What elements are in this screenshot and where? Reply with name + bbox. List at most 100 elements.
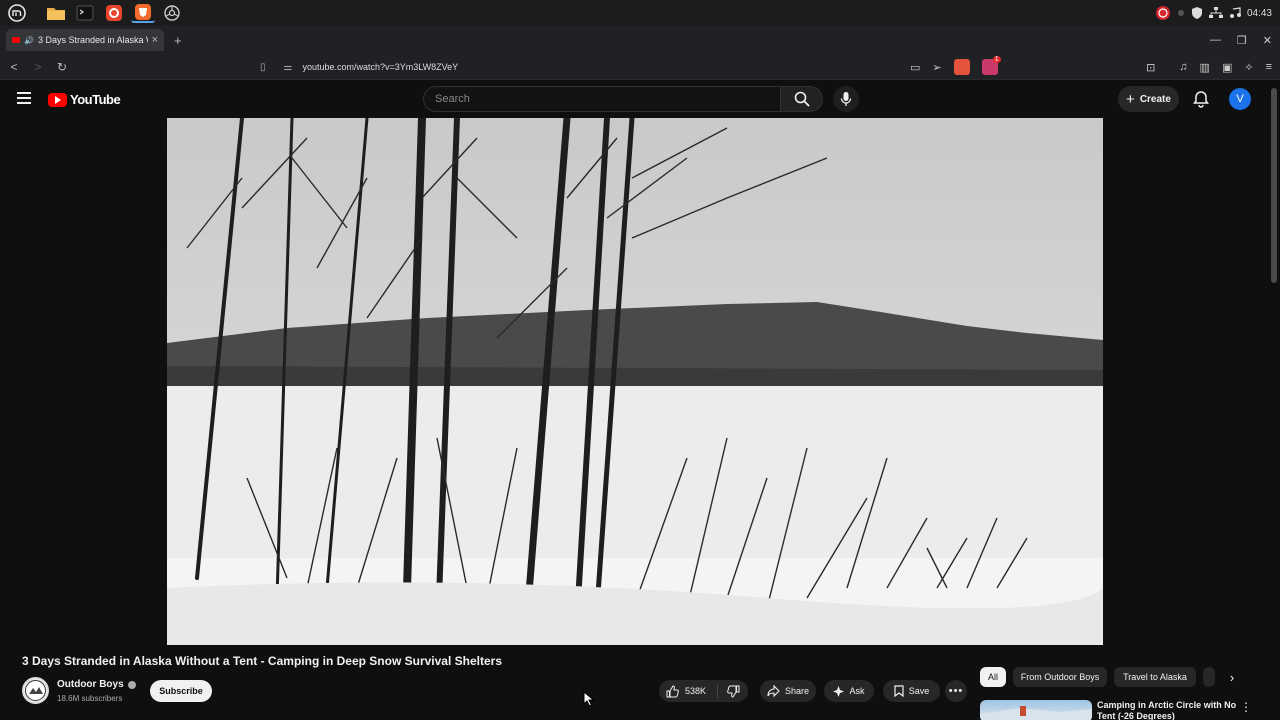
bookmark-icon [894,685,904,697]
verified-icon [127,680,136,689]
media-icon[interactable]: ♫ [1179,61,1187,73]
new-tab-icon[interactable]: + [174,33,182,48]
files-icon[interactable] [44,3,68,23]
browser-tab-strip: 🔊 3 Days Stranded in Alaska W × + — ❐ ✕ [0,26,1280,54]
search-icon [794,91,810,107]
more-vertical-icon[interactable]: ⋮ [1240,700,1252,714]
channel-avatar[interactable] [22,677,49,704]
screenshot-icon[interactable]: ⊡ [1146,61,1155,74]
forward-icon[interactable]: > [28,60,48,74]
recommendation-thumbnail-image [980,706,1092,720]
mouse-cursor-icon [583,691,595,707]
ask-label: Ask [849,686,865,696]
channel-name[interactable]: Outdoor Boys [57,679,136,690]
hamburger-menu-icon[interactable] [17,92,31,104]
recommendation-thumbnail[interactable] [980,700,1092,720]
clock[interactable]: 04:43 [1247,8,1272,19]
url-text[interactable]: youtube.com/watch?v=3Ym3LW8ZVeY [302,62,458,72]
youtube-logo[interactable]: YouTube [48,92,121,107]
share-icon [767,685,780,697]
address-bar[interactable]: ▯ ⚌ youtube.com/watch?v=3Ym3LW8ZVeY [260,57,1000,77]
search-button[interactable] [781,86,823,112]
firefox-icon[interactable] [102,3,126,23]
save-button[interactable]: Save [883,680,940,702]
chip-partial[interactable] [1203,667,1215,687]
channel-name-text: Outdoor Boys [57,679,124,690]
browser-toolbar: < > ↻ ▯ ⚌ youtube.com/watch?v=3Ym3LW8ZVe… [0,54,1280,80]
plus-icon: + [1126,90,1135,108]
dislike-button[interactable] [718,685,748,698]
chip-travel-to-alaska[interactable]: Travel to Alaska [1114,667,1196,687]
youtube-header: YouTube + Create V [0,80,1280,118]
more-horizontal-icon: ••• [948,685,964,697]
system-tray: 04:43 [1155,0,1272,26]
leo-icon[interactable]: ✧ [1244,61,1253,74]
account-avatar[interactable]: V [1229,88,1251,110]
video-title: 3 Days Stranded in Alaska Without a Tent… [22,654,502,668]
sidebar-icon[interactable]: ▥ [1200,61,1210,74]
browser-menu-icon[interactable]: ≡ [1266,61,1272,73]
mint-menu-icon[interactable] [5,3,29,23]
notifications-bell-icon[interactable] [1192,90,1210,108]
tab-title: 3 Days Stranded in Alaska W [37,35,148,45]
subscriber-count: 18.6M subscribers [57,694,123,703]
site-settings-icon[interactable]: ⚌ [284,62,293,73]
window-controls: — ❐ ✕ [1210,26,1272,54]
chip-from-outdoor-boys[interactable]: From Outdoor Boys [1013,667,1107,687]
create-label: Create [1139,93,1171,105]
brave-icon[interactable] [131,3,155,23]
cast-icon[interactable]: ▭ [910,61,920,74]
toolbar-extensions: ⊡ ♫ ▥ ▣ ✧ ≡ [1146,54,1272,80]
video-frame [167,118,1103,645]
share-label: Share [784,686,810,696]
ask-button[interactable]: Ask [824,680,874,702]
reload-icon[interactable]: ↻ [52,60,72,74]
like-count: 538K [685,686,707,696]
brave-shields-icon[interactable] [953,59,970,75]
brave-rewards-icon[interactable]: 1 [981,56,1001,75]
close-tab-icon[interactable]: × [152,34,158,46]
bookmark-icon[interactable]: ▯ [260,62,266,73]
shield-icon[interactable] [1191,6,1203,20]
wallet-icon[interactable]: ▣ [1222,61,1232,74]
recommendation-title[interactable]: Camping in Arctic Circle with No Tent (-… [1097,700,1237,720]
microphone-icon [840,92,852,106]
create-button[interactable]: + Create [1118,86,1179,112]
more-actions-button[interactable]: ••• [945,680,967,702]
youtube-favicon-icon [12,37,20,43]
youtube-play-icon [48,92,67,107]
chip-all[interactable]: All [980,667,1006,687]
voice-search-button[interactable] [833,86,859,112]
browser-tab[interactable]: 🔊 3 Days Stranded in Alaska W × [6,29,164,51]
send-icon[interactable]: ➢ [932,61,941,74]
sparkle-icon [833,685,845,697]
video-player[interactable] [167,118,1103,645]
youtube-wordmark: YouTube [70,92,121,107]
rewards-badge: 1 [992,56,1001,63]
speaker-icon: 🔊 [24,35,34,45]
share-button[interactable]: Share [760,680,816,702]
channel-logo-icon [25,680,46,701]
thumbs-up-icon [666,684,679,697]
maximize-icon[interactable]: ❐ [1237,34,1247,47]
chevron-right-icon[interactable]: › [1222,667,1242,687]
close-window-icon[interactable]: ✕ [1263,34,1272,47]
minimize-icon[interactable]: — [1210,34,1221,46]
terminal-icon[interactable] [73,3,97,23]
update-icon[interactable] [1155,5,1171,21]
network-icon[interactable] [1208,7,1223,19]
page-scrollbar[interactable] [1271,88,1277,283]
chromium-icon[interactable] [160,3,184,23]
search-box [423,86,781,112]
like-button[interactable]: 538K [659,684,718,698]
os-taskbar: 04:43 [0,0,1280,26]
subscribe-button[interactable]: Subscribe [150,680,212,702]
thumbs-down-icon [726,685,739,698]
save-label: Save [908,686,930,696]
back-icon[interactable]: < [4,60,24,74]
search-input[interactable] [424,87,780,111]
like-dislike-group: 538K [659,680,748,702]
status-dot-icon [1177,10,1184,16]
toolbar-right-tools: ▭ ➢ 1 [910,54,1001,80]
music-note-icon[interactable] [1229,7,1241,19]
